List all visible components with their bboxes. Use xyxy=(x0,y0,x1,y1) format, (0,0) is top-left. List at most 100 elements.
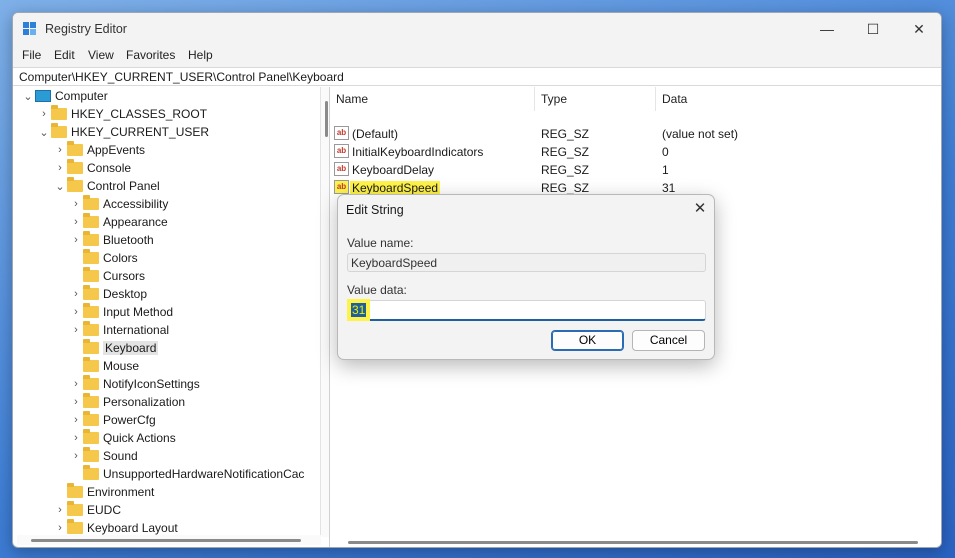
folder-icon xyxy=(83,213,99,228)
value-data: 31 xyxy=(662,181,676,195)
chevron-right-icon[interactable]: › xyxy=(69,450,83,462)
folder-icon xyxy=(83,231,99,246)
tree-item-console[interactable]: › Console xyxy=(53,159,131,177)
column-header-name[interactable]: Name xyxy=(336,92,368,106)
folder-icon xyxy=(51,105,67,120)
chevron-right-icon[interactable]: › xyxy=(69,324,83,336)
tree-item-keyboard[interactable]: Keyboard xyxy=(69,339,159,357)
tree-item-international[interactable]: › International xyxy=(69,321,169,339)
list-item[interactable]: ab (Default) REG_SZ (value not set) xyxy=(330,125,941,143)
tree-label: Control Panel xyxy=(87,179,160,193)
list-item[interactable]: ab KeyboardDelay REG_SZ 1 xyxy=(330,161,941,179)
list-header: Name Type Data xyxy=(330,87,941,111)
tree-label: Keyboard Layout xyxy=(87,521,178,535)
chevron-right-icon[interactable]: › xyxy=(69,414,83,426)
tree-label: Cursors xyxy=(103,269,146,283)
folder-icon xyxy=(83,411,99,426)
folder-icon xyxy=(83,375,99,390)
chevron-right-icon[interactable]: › xyxy=(69,288,83,300)
menu-file[interactable]: File xyxy=(22,48,41,62)
chevron-right-icon[interactable]: › xyxy=(69,198,83,210)
tree-item-notifyiconsettings[interactable]: › NotifyIconSettings xyxy=(69,375,200,393)
tree-item-control-panel[interactable]: ⌄ Control Panel xyxy=(53,177,160,195)
tree-label: PowerCfg xyxy=(103,413,156,427)
chevron-right-icon[interactable]: › xyxy=(53,144,67,156)
folder-icon xyxy=(67,519,83,534)
value-name-text: KeyboardSpeed xyxy=(351,256,438,270)
tree-item-bluetooth[interactable]: › Bluetooth xyxy=(69,231,154,249)
menu-help[interactable]: Help xyxy=(188,48,213,62)
tree-label: HKEY_CURRENT_USER xyxy=(71,125,210,139)
tree-label-selected: Keyboard xyxy=(103,341,159,355)
tree-item-eudc[interactable]: › EUDC xyxy=(53,501,121,519)
chevron-right-icon[interactable]: › xyxy=(53,162,67,174)
dialog-close-button[interactable]: ✕ xyxy=(690,199,710,219)
tree-label: Accessibility xyxy=(103,197,169,211)
tree-label: UnsupportedHardwareNotificationCac xyxy=(103,467,305,481)
scroll-thumb[interactable] xyxy=(348,541,918,544)
minimize-button[interactable]: — xyxy=(804,13,850,45)
chevron-right-icon[interactable]: › xyxy=(69,234,83,246)
tree-horizontal-scrollbar[interactable] xyxy=(17,535,321,545)
chevron-right-icon[interactable]: › xyxy=(69,432,83,444)
chevron-down-icon[interactable]: ⌄ xyxy=(53,180,67,193)
tree-item-desktop[interactable]: › Desktop xyxy=(69,285,147,303)
chevron-right-icon[interactable]: › xyxy=(37,108,51,120)
tree-item-colors[interactable]: Colors xyxy=(69,249,138,267)
tree-item-appevents[interactable]: › AppEvents xyxy=(53,141,145,159)
chevron-right-icon[interactable]: › xyxy=(69,216,83,228)
tree-item-environment[interactable]: Environment xyxy=(53,483,154,501)
tree-item-personalization[interactable]: › Personalization xyxy=(69,393,185,411)
scroll-thumb[interactable] xyxy=(325,101,328,137)
string-value-icon: ab xyxy=(334,144,349,158)
folder-icon xyxy=(67,141,83,156)
column-header-data[interactable]: Data xyxy=(662,92,687,106)
scroll-thumb[interactable] xyxy=(31,539,301,542)
string-value-icon: ab xyxy=(334,180,349,194)
menu-favorites[interactable]: Favorites xyxy=(126,48,175,62)
maximize-button[interactable]: ☐ xyxy=(850,13,896,45)
chevron-right-icon[interactable]: › xyxy=(69,378,83,390)
list-horizontal-scrollbar[interactable] xyxy=(334,537,934,547)
cancel-button[interactable]: Cancel xyxy=(632,330,705,351)
tree-item-powercfg[interactable]: › PowerCfg xyxy=(69,411,156,429)
chevron-right-icon[interactable]: › xyxy=(53,522,67,534)
tree-item-input-method[interactable]: › Input Method xyxy=(69,303,173,321)
chevron-right-icon[interactable]: › xyxy=(69,396,83,408)
menu-edit[interactable]: Edit xyxy=(54,48,75,62)
computer-icon xyxy=(35,90,51,102)
close-button[interactable]: ✕ xyxy=(896,13,941,45)
menu-view[interactable]: View xyxy=(88,48,114,62)
value-data-field[interactable]: 31 xyxy=(347,300,706,321)
tree-label: Sound xyxy=(103,449,138,463)
title-bar[interactable]: Registry Editor — ☐ ✕ xyxy=(13,13,941,45)
tree-item-unsupported-hw[interactable]: UnsupportedHardwareNotificationCac xyxy=(69,465,304,483)
tree-item-cursors[interactable]: Cursors xyxy=(69,267,145,285)
list-item[interactable]: ab InitialKeyboardIndicators REG_SZ 0 xyxy=(330,143,941,161)
value-name-field: KeyboardSpeed xyxy=(347,253,706,272)
address-path[interactable]: Computer\HKEY_CURRENT_USER\Control Panel… xyxy=(19,70,344,84)
column-header-type[interactable]: Type xyxy=(541,92,567,106)
ok-button[interactable]: OK xyxy=(551,330,624,351)
address-bar[interactable]: Computer\HKEY_CURRENT_USER\Control Panel… xyxy=(13,67,941,86)
chevron-down-icon[interactable]: ⌄ xyxy=(21,90,35,103)
tree-item-sound[interactable]: › Sound xyxy=(69,447,138,465)
folder-icon xyxy=(83,339,99,354)
tree-label: Environment xyxy=(87,485,155,499)
folder-icon xyxy=(83,195,99,210)
value-data-text[interactable]: 31 xyxy=(351,303,367,317)
chevron-right-icon[interactable]: › xyxy=(53,504,67,516)
tree-item-hkcr[interactable]: › HKEY_CLASSES_ROOT xyxy=(37,105,207,123)
edit-string-dialog: Edit String ✕ Value name: KeyboardSpeed … xyxy=(337,194,715,360)
tree-item-accessibility[interactable]: › Accessibility xyxy=(69,195,168,213)
value-name: (Default) xyxy=(352,127,399,141)
tree-item-appearance[interactable]: › Appearance xyxy=(69,213,168,231)
chevron-down-icon[interactable]: ⌄ xyxy=(37,126,51,139)
tree-item-hkcu[interactable]: ⌄ HKEY_CURRENT_USER xyxy=(37,123,209,141)
tree-item-quick-actions[interactable]: › Quick Actions xyxy=(69,429,176,447)
tree-item-computer[interactable]: ⌄ Computer xyxy=(21,87,107,105)
tree-label: Appearance xyxy=(103,215,168,229)
tree-item-mouse[interactable]: Mouse xyxy=(69,357,139,375)
value-name: KeyboardDelay xyxy=(352,163,435,177)
chevron-right-icon[interactable]: › xyxy=(69,306,83,318)
